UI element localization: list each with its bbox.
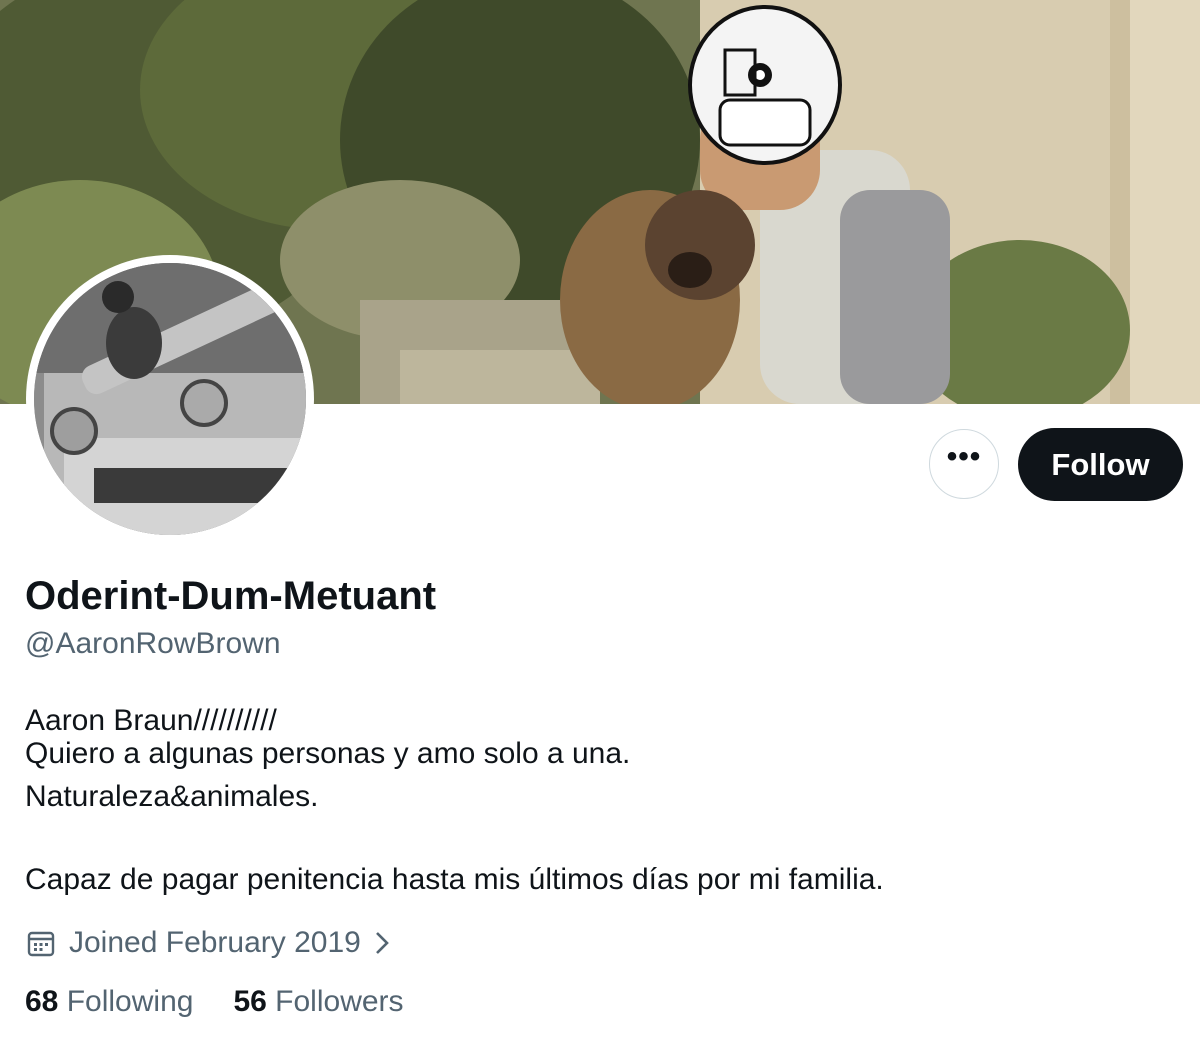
display-name: Oderint-Dum-Metuant (25, 574, 437, 618)
followers-link[interactable]: 56 Followers (233, 985, 403, 1019)
chevron-right-icon (375, 932, 389, 954)
followers-count: 56 (233, 985, 267, 1018)
following-label: Following (66, 985, 194, 1018)
more-options-button[interactable]: ••• (929, 429, 999, 499)
follow-stats: 68 Following 56 Followers (25, 985, 404, 1019)
username-handle: @AaronRowBrown (25, 627, 281, 660)
joined-text: Joined February 2019 (69, 926, 361, 959)
following-link[interactable]: 68 Following (25, 985, 193, 1019)
follow-button[interactable]: Follow (1018, 428, 1183, 501)
followers-label: Followers (275, 985, 404, 1018)
bio-line: Naturaleza&animales. (25, 780, 319, 813)
more-horizontal-icon: ••• (946, 440, 982, 473)
following-count: 68 (25, 985, 59, 1018)
calendar-icon (27, 931, 55, 957)
avatar[interactable] (34, 263, 306, 535)
bio-line: Capaz de pagar penitencia hasta mis últi… (25, 863, 884, 896)
bio-line: Quiero a algunas personas y amo solo a u… (25, 737, 631, 770)
avatar-image (34, 263, 306, 535)
joined-date[interactable]: Joined February 2019 (25, 922, 405, 964)
